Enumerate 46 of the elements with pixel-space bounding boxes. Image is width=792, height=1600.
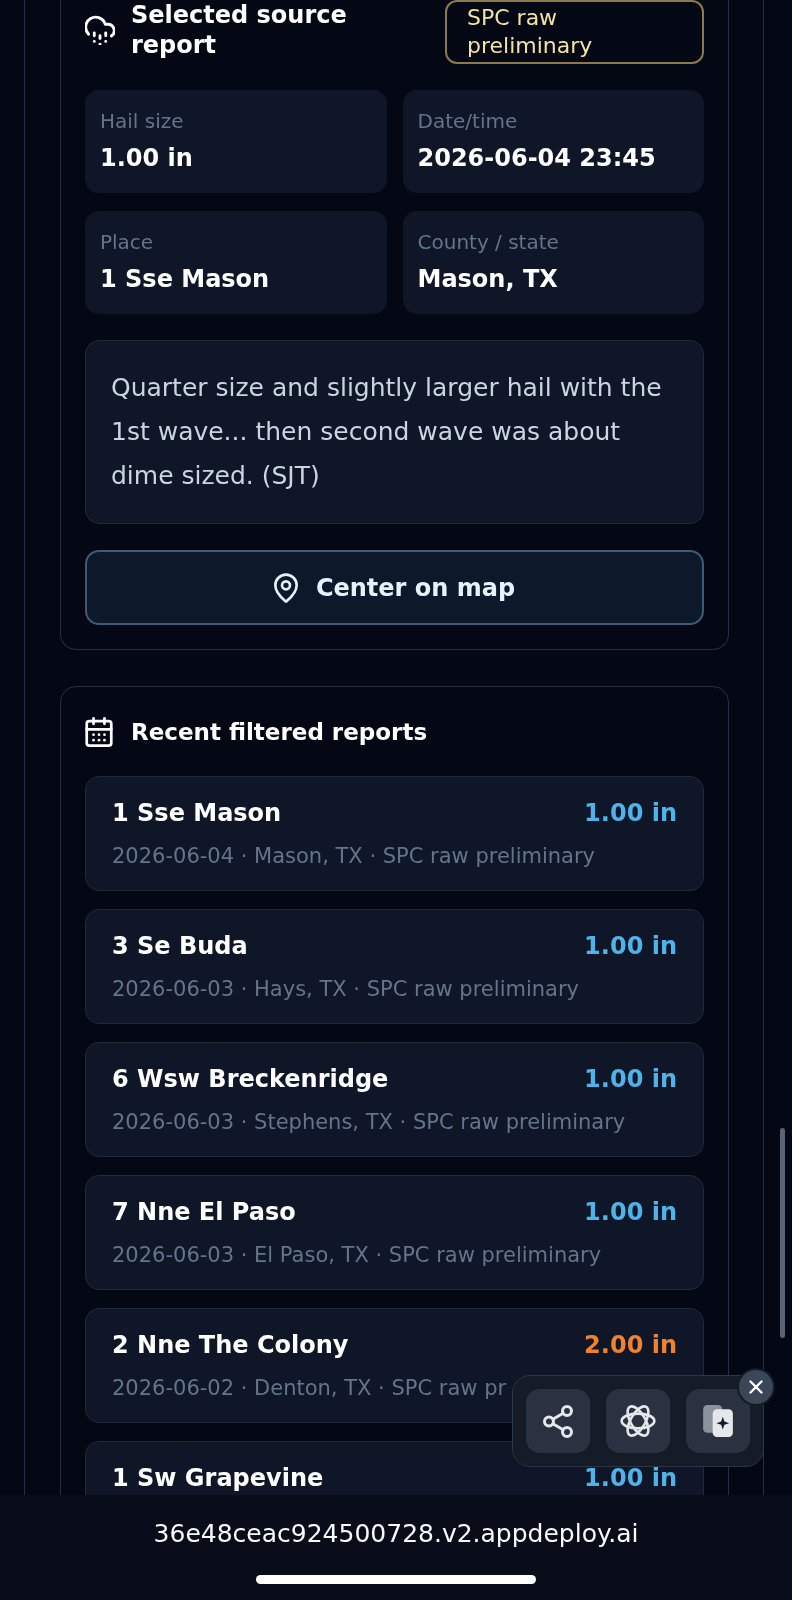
report-place: 7 Nne El Paso (112, 1197, 296, 1227)
report-meta: 2026-06-03 · Stephens, TX · SPC raw preliminary (112, 1109, 627, 1136)
report-place: 3 Se Buda (112, 931, 248, 961)
remarks-text: Quarter size and slightly larger hail with the 1st wave... then second wave was about dime sized. (SJT) (111, 372, 663, 492)
report-place: 1 Sw Grapevine (112, 1463, 324, 1493)
map-pin-icon (273, 572, 298, 603)
report-place: 6 Wsw Breckenridge (112, 1064, 389, 1094)
hail-size: 1.00 in (584, 798, 677, 828)
hail-size: 1.00 in (584, 931, 677, 961)
url-text[interactable]: 36e48ceac924500728.v2.appdeploy.ai (153, 1517, 639, 1551)
field-label: Date/time (417, 108, 519, 135)
close-icon (749, 1380, 763, 1394)
field-value: 1.00 in (100, 143, 194, 174)
cards-sparkle-icon (702, 1404, 734, 1438)
hail-size: 1.00 in (584, 1197, 677, 1227)
hail-size: 1.00 in (584, 1064, 677, 1094)
field-label: Hail size (100, 108, 185, 135)
atom-button[interactable] (606, 1389, 670, 1453)
field-value: Mason, TX (417, 264, 559, 295)
cards-button[interactable] (686, 1389, 750, 1453)
atom-icon (620, 1403, 656, 1439)
report-place: 2 Nne The Colony (112, 1330, 349, 1360)
share-button[interactable] (526, 1389, 590, 1453)
close-button[interactable] (737, 1368, 775, 1406)
section-title: Recent filtered reports (131, 718, 428, 747)
hail-size: 2.00 in (584, 1330, 677, 1360)
field-label: Place (100, 229, 155, 256)
center-map-button[interactable]: Center on map (85, 550, 704, 625)
report-meta: 2026-06-02 · Denton, TX · SPC raw pr (112, 1375, 508, 1402)
report-meta: 2026-06-03 · El Paso, TX · SPC raw preliminary (112, 1242, 603, 1269)
report-meta: 2026-06-04 · Mason, TX · SPC raw preliminary (112, 843, 597, 870)
report-meta: 2026-06-03 · Hays, TX · SPC raw preliminary (112, 976, 580, 1003)
report-item[interactable]: 3 Se Buda 1.00 in 2026-06-03 · Hays, TX · SPC raw preliminary (85, 909, 704, 1024)
cloud-hail-icon (85, 15, 115, 45)
calendar-icon (85, 717, 113, 747)
report-item[interactable]: 7 Nne El Paso 1.00 in 2026-06-03 · El Paso, TX · SPC raw preliminary (85, 1175, 704, 1290)
hail-size: 1.00 in (584, 1463, 677, 1493)
field-value: 2026-06-04 23:45 (417, 143, 657, 174)
share-icon (543, 1404, 573, 1438)
section-title: Selected source report (131, 0, 348, 60)
field-label: County / state (417, 229, 560, 256)
field-value: 1 Sse Mason (100, 264, 271, 295)
report-item[interactable]: 1 Sse Mason 1.00 in 2026-06-04 · Mason, TX · SPC raw preliminary (85, 776, 704, 891)
report-place: 1 Sse Mason (112, 798, 282, 828)
report-item[interactable]: 6 Wsw Breckenridge 1.00 in 2026-06-03 · Stephens, TX · SPC raw preliminary (85, 1042, 704, 1157)
source-tag: SPC raw preliminary (445, 0, 704, 64)
